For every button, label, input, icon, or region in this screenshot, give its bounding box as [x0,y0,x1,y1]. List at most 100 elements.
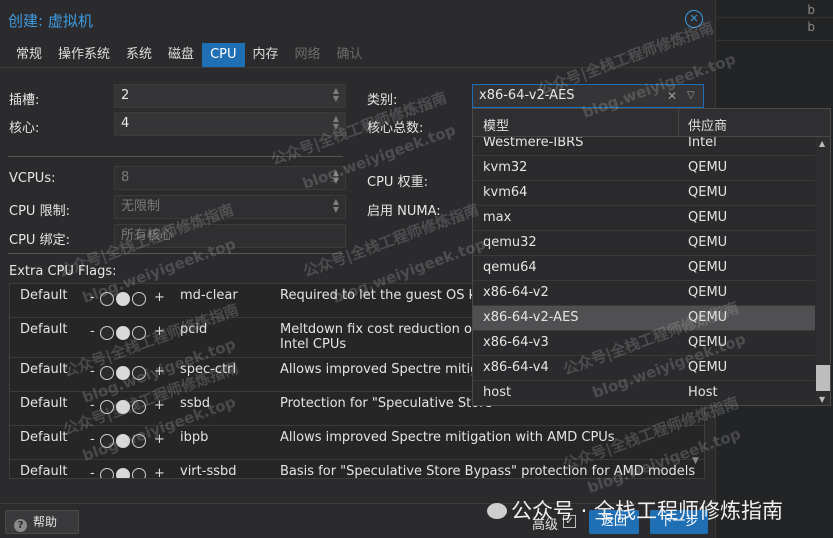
spinner-arrows-icon[interactable]: ▲ ▼ [331,169,341,187]
scrollbar-thumb[interactable] [816,365,830,391]
list-item[interactable]: x86-64-v4 QEMU [473,356,815,381]
tab-general[interactable]: 常规 [8,43,50,67]
cpu-limit-spinner[interactable]: 无限制 ▲ ▼ [114,195,346,219]
tab-network: 网络 [294,47,321,62]
tab-os[interactable]: 操作系统 [50,43,118,67]
type-label: 类别: [367,93,398,108]
tristate-toggle[interactable]: - + [90,290,172,308]
tab-memory[interactable]: 内存 [245,43,287,67]
tristate-toggle[interactable]: - + [90,432,172,450]
extra-flags-label: Extra CPU Flags: [9,264,117,279]
tristate-toggle[interactable]: - + [90,398,172,416]
close-icon[interactable]: ✕ [685,10,703,28]
toggle-off-radio[interactable] [100,434,114,448]
scroll-down-icon[interactable]: ▼ [819,395,825,404]
tab-confirm: 确认 [336,47,363,62]
flag-description: Allows improved Spectre mitigatio [280,362,504,377]
toggle-on-radio[interactable] [132,326,146,340]
flag-description: Allows improved Spectre mitigation with … [280,430,615,445]
column-header-vendor[interactable]: 供应商 [688,115,727,134]
help-label: 帮助 [33,515,58,529]
tristate-toggle[interactable]: - + [90,324,172,342]
flag-name: md-clear [180,288,238,303]
toggle-on-radio[interactable] [132,468,146,478]
cpu-affinity-value: 所有核心 [121,228,174,243]
spinner-arrows-icon[interactable]: ▲ ▼ [331,115,341,133]
vendor-name: QEMU [688,185,728,200]
toggle-off-radio[interactable] [100,468,114,478]
section-divider [8,253,343,254]
vendor-name: Host [688,385,718,400]
list-item[interactable]: x86-64-v2 QEMU [473,281,815,306]
spinner-arrows-icon[interactable]: ▲ ▼ [331,87,341,105]
tab-cpu[interactable]: CPU [202,43,245,67]
sockets-spinner[interactable]: 2 ▲ ▼ [114,84,346,108]
cpu-type-dropdown: 模型 供应商 Westmere-IBRS Intel kvm32 QEMU kv… [472,108,831,406]
toggle-default-radio[interactable] [116,400,130,414]
list-item[interactable]: max QEMU [473,206,815,231]
toggle-default-radio[interactable] [116,434,130,448]
flag-name: ssbd [180,396,211,411]
scroll-up-icon[interactable]: ▲ [819,139,825,148]
list-item[interactable]: host Host [473,381,815,405]
model-name: qemu64 [483,260,537,275]
toggle-off-radio[interactable] [100,292,114,306]
toggle-on-radio[interactable] [132,292,146,306]
tab-system[interactable]: 系统 [118,43,160,67]
vendor-name: Intel [688,135,717,150]
toggle-default-radio[interactable] [116,366,130,380]
minus-label: - [90,290,95,305]
toggle-default-radio[interactable] [116,326,130,340]
list-item[interactable]: kvm32 QEMU [473,156,815,181]
background-divider [715,40,833,41]
flag-description: Meltdown fix cost reduction on W [280,322,498,337]
scroll-down-icon[interactable]: ▼ [692,456,702,466]
toggle-off-radio[interactable] [100,326,114,340]
toggle-on-radio[interactable] [132,366,146,380]
total-cores-label: 核心总数: [367,121,424,136]
list-item[interactable]: qemu32 QEMU [473,231,815,256]
brand-text: 公众号 · 全栈工程师修炼指南 [511,499,784,523]
model-name: qemu32 [483,235,537,250]
toggle-default-radio[interactable] [116,468,130,478]
tab-disks[interactable]: 磁盘 [160,43,202,67]
vcpus-spinner[interactable]: 8 ▲ ▼ [114,166,346,190]
cpu-affinity-input[interactable]: 所有核心 [114,224,346,248]
plus-label: + [154,324,165,339]
flag-description-line2: Intel CPUs [280,337,347,352]
vendor-name: QEMU [688,285,728,300]
help-button[interactable]: ? 帮助 [5,510,79,534]
cpu-weight-label: CPU 权重: [367,175,428,190]
vcpus-value: 8 [121,170,130,185]
spinner-arrows-icon[interactable]: ▲ ▼ [331,198,341,216]
minus-label: - [90,398,95,413]
chevron-down-icon[interactable]: ▽ [687,85,695,107]
dropdown-scrollbar[interactable]: ▲ ▼ [816,137,830,405]
plus-label: + [154,432,165,447]
list-item[interactable]: kvm64 QEMU [473,181,815,206]
vendor-name: QEMU [688,210,728,225]
toggle-off-radio[interactable] [100,400,114,414]
vendor-name: QEMU [688,260,728,275]
list-item[interactable]: qemu64 QEMU [473,256,815,281]
cores-spinner[interactable]: 4 ▲ ▼ [114,112,346,136]
tristate-toggle[interactable]: - + [90,466,172,478]
minus-label: - [90,364,95,379]
list-item-selected[interactable]: x86-64-v2-AES QEMU [473,306,815,331]
flag-name: ibpb [180,430,209,445]
flag-state: Default [20,362,68,377]
cpu-type-value: x86-64-v2-AES [479,88,575,103]
flag-description: Basis for "Speculative Store Bypass" pro… [280,464,696,479]
model-name: kvm64 [483,185,528,200]
toggle-off-radio[interactable] [100,366,114,380]
toggle-on-radio[interactable] [132,400,146,414]
tristate-toggle[interactable]: - + [90,364,172,382]
clear-icon[interactable]: ✕ [667,85,677,107]
column-header-model[interactable]: 模型 [483,115,509,134]
sockets-value: 2 [121,88,130,103]
toggle-on-radio[interactable] [132,434,146,448]
list-item[interactable]: x86-64-v3 QEMU [473,331,815,356]
table-row: Default - + virt-ssbd Basis for "Specula… [10,460,704,479]
toggle-default-radio[interactable] [116,292,130,306]
cpu-type-combobox[interactable]: x86-64-v2-AES ✕ ▽ [472,84,704,108]
